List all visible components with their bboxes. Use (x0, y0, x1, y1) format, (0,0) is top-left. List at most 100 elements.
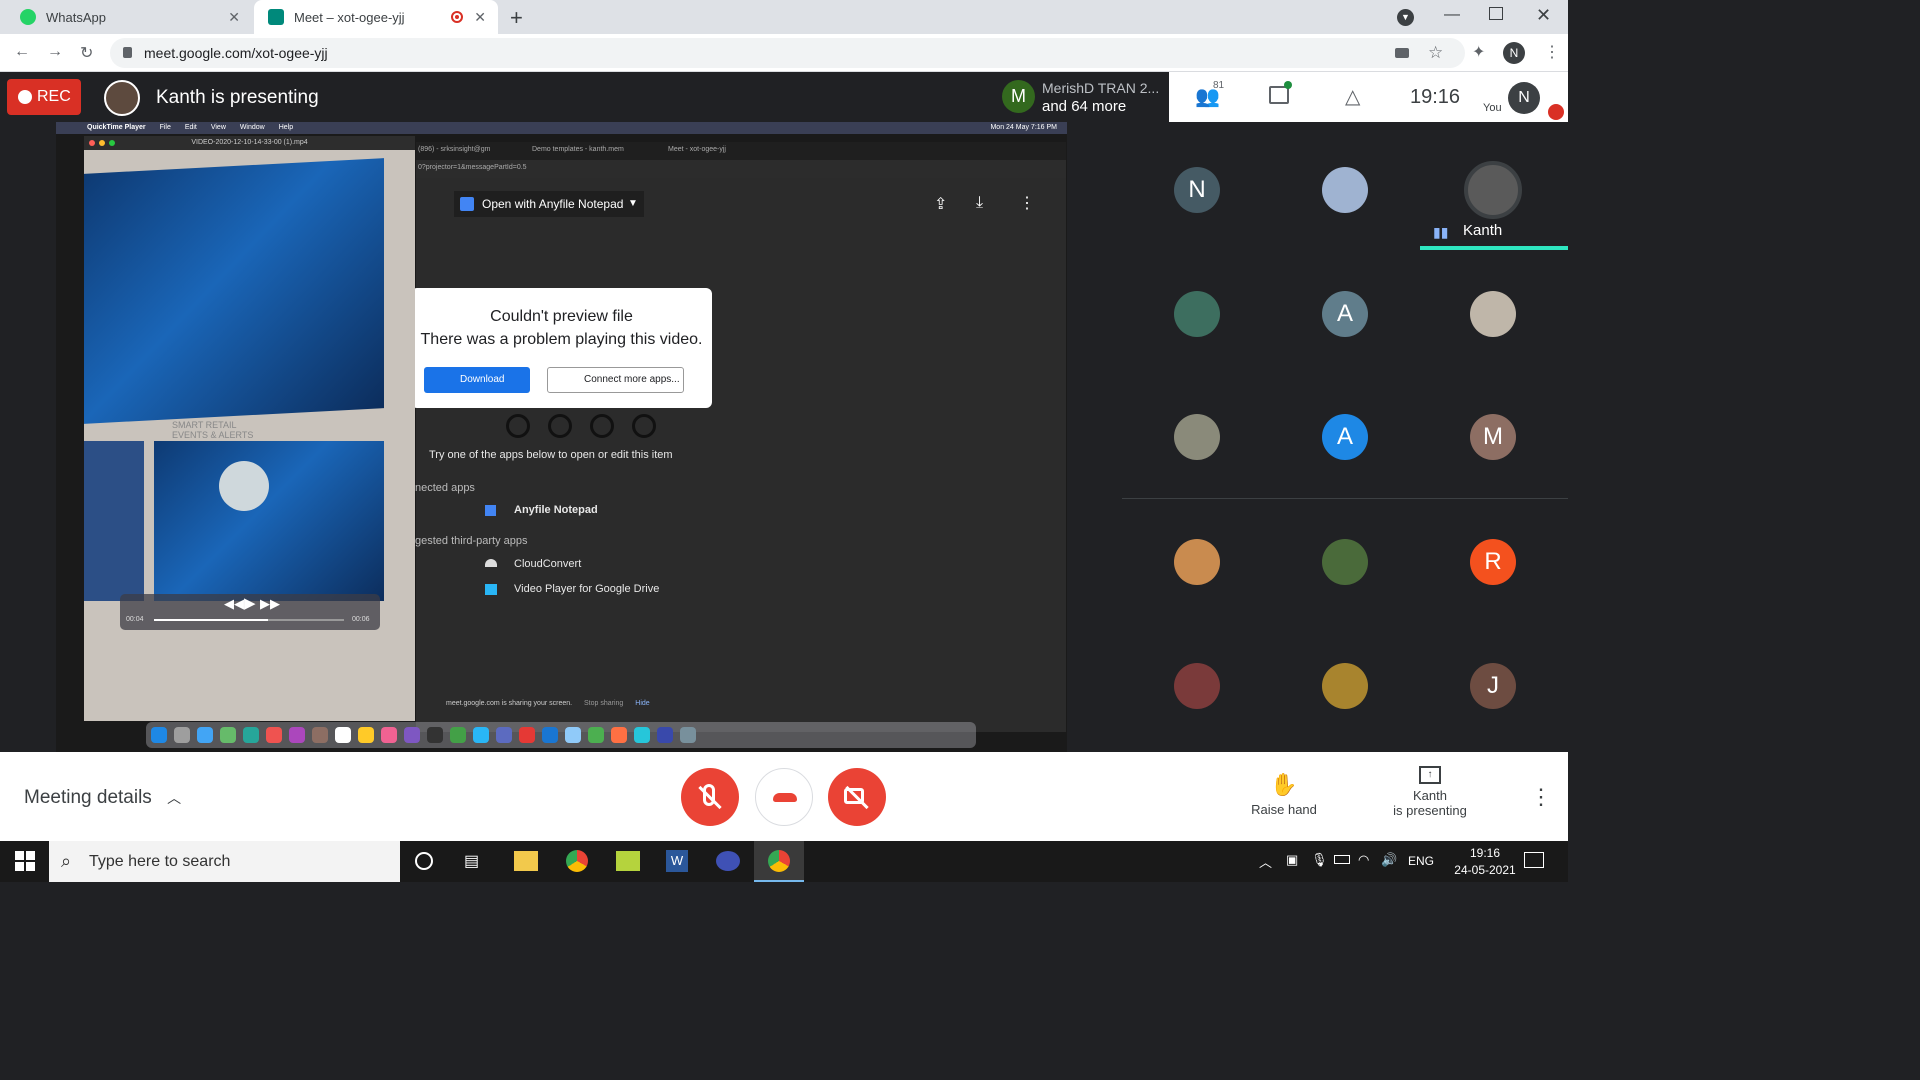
video-time-start: 00:04 (126, 616, 144, 623)
participant-stack[interactable]: M MerishD TRAN 2... and 64 more (996, 72, 1169, 122)
participant-tile-avatar[interactable] (1322, 167, 1368, 213)
participant-more: and 64 more (1042, 98, 1127, 115)
participant-tile-avatar[interactable] (1174, 291, 1220, 337)
audio-wave-icon: ▮▮ (1433, 224, 1449, 240)
chevron-down-icon: ▼ (628, 198, 638, 209)
cortana-icon[interactable] (415, 852, 433, 870)
present-screen-icon: ↑ (1419, 766, 1441, 784)
participant-tile-avatar[interactable] (1174, 414, 1220, 460)
task-view-icon[interactable]: ▤ (464, 851, 479, 871)
download-button: Download (424, 367, 530, 393)
word-icon[interactable]: W (666, 850, 688, 872)
forward-icon[interactable]: → (47, 43, 63, 61)
mic-toggle-button[interactable] (681, 768, 739, 826)
address-bar[interactable]: meet.google.com/xot-ogee-yjj ☆ (110, 38, 1465, 68)
video-frame-screen-bottom (154, 441, 384, 601)
mac-menu-item: Help (278, 124, 294, 131)
chrome-icon[interactable] (566, 850, 588, 872)
minimize-icon[interactable]: — (1444, 6, 1460, 24)
app-icon[interactable] (716, 851, 740, 871)
meet-icon (268, 9, 284, 25)
suggested-app: CloudConvert (514, 558, 582, 570)
remote-url: 0?projector=1&messagePartId=0.5 (418, 164, 527, 171)
participant-tile-avatar[interactable]: N (1174, 167, 1220, 213)
tab-search-icon[interactable]: ▼ (1397, 9, 1414, 26)
notifications-icon[interactable] (1524, 852, 1544, 868)
tray-app-icon[interactable]: ▣ (1286, 852, 1298, 868)
self-avatar[interactable]: N (1508, 82, 1540, 114)
meet-toolbar-panel: 👥 81 △ 19:16 You N (1169, 72, 1568, 122)
restore-icon[interactable] (1489, 7, 1503, 20)
participant-tile-avatar[interactable] (1464, 161, 1522, 219)
tab-meet[interactable]: Meet – xot-ogee-yjj ✕ (254, 0, 498, 34)
mac-menu-item: Window (239, 124, 265, 131)
camera-toggle-button[interactable] (828, 768, 886, 826)
carousel-dots (506, 414, 666, 438)
close-tab-icon[interactable]: ✕ (474, 9, 486, 26)
mac-menu-item: File (159, 124, 171, 131)
dock-app-icon (588, 727, 604, 743)
participant-tile-avatar[interactable]: M (1470, 414, 1516, 460)
self-label: You (1483, 102, 1502, 114)
bookmark-star-icon[interactable]: ☆ (1428, 38, 1443, 68)
participant-tile-avatar[interactable]: A (1322, 414, 1368, 460)
video-frame-screen-left (84, 441, 144, 601)
browser-menu-icon[interactable]: ⋮ (1544, 42, 1560, 62)
file-explorer-icon[interactable] (514, 851, 538, 871)
tab-whatsapp[interactable]: WhatsApp ✕ (6, 0, 252, 34)
windows-start-icon[interactable] (15, 851, 35, 871)
camera-icon[interactable] (1395, 48, 1409, 58)
profile-avatar[interactable]: N (1503, 42, 1525, 64)
volume-icon[interactable]: 🔊 (1381, 852, 1397, 868)
screen-sharing-notice: meet.google.com is sharing your screen. … (446, 696, 716, 712)
participant-tile-avatar[interactable] (1470, 291, 1516, 337)
meeting-details-button[interactable]: Meeting details ︿ (24, 787, 181, 809)
connected-apps-header: nected apps (415, 482, 475, 494)
dock-app-icon (243, 727, 259, 743)
participant-tile-avatar[interactable]: R (1470, 539, 1516, 585)
leave-call-button[interactable] (755, 768, 813, 826)
back-icon[interactable]: ← (14, 43, 30, 61)
chrome-active-taskbar-button[interactable] (754, 841, 804, 882)
more-options-icon: ⋮ (1019, 195, 1035, 212)
participant-tile-avatar[interactable] (1322, 663, 1368, 709)
raise-hand-button[interactable]: ✋ Raise hand (1246, 772, 1322, 817)
close-window-icon[interactable]: ✕ (1536, 5, 1551, 26)
remote-address-bar: 0?projector=1&messagePartId=0.5 (416, 160, 1066, 178)
present-label: is presenting (1393, 803, 1467, 818)
microphone-icon[interactable]: 🎙 (1311, 852, 1328, 868)
present-button[interactable]: ↑ Kanth is presenting (1384, 766, 1476, 818)
recording-indicator-icon (451, 11, 463, 23)
notes-app-icon[interactable] (616, 851, 640, 871)
participant-tile-avatar[interactable] (1174, 663, 1220, 709)
taskbar-search-box[interactable]: ⌕ Type here to search (49, 841, 400, 882)
wifi-icon[interactable]: ◠ (1358, 852, 1369, 868)
new-tab-button[interactable]: + (510, 5, 523, 31)
taskbar-clock[interactable]: 19:16 24-05-2021 (1450, 845, 1520, 879)
remote-tab: Meet - xot-ogee-yjj (668, 146, 726, 153)
stop-sharing-link: Stop sharing (584, 700, 624, 707)
reload-icon[interactable]: ↻ (80, 43, 93, 63)
extensions-icon[interactable]: ✦ (1472, 42, 1485, 62)
participant-tile-avatar[interactable] (1322, 539, 1368, 585)
battery-icon[interactable] (1334, 855, 1350, 864)
cloudconvert-icon (485, 559, 497, 567)
dock-app-icon (220, 727, 236, 743)
more-options-icon[interactable]: ⋮ (1530, 784, 1552, 810)
dock-app-icon (381, 727, 397, 743)
dock-app-icon (289, 727, 305, 743)
activities-icon[interactable]: △ (1345, 84, 1360, 109)
video-controls: ◀◀ ▶ ▶▶ 00:04 00:06 (120, 594, 380, 630)
participant-tile-avatar[interactable]: A (1322, 291, 1368, 337)
language-indicator[interactable]: ENG (1408, 854, 1434, 868)
chat-icon[interactable] (1269, 81, 1292, 104)
close-tab-icon[interactable]: ✕ (228, 9, 240, 26)
quicktime-window: VIDEO-2020-12-10-14-33-00 (1).mp4 SMART … (84, 136, 415, 721)
dock-app-icon (565, 727, 581, 743)
sharing-notice-text: meet.google.com is sharing your screen. (446, 700, 573, 707)
participant-tile-avatar[interactable] (1174, 539, 1220, 585)
tray-chevron-icon[interactable]: ︿ (1259, 852, 1272, 871)
video-frame-screen-top (84, 158, 384, 424)
participant-tile-avatar[interactable]: J (1470, 663, 1516, 709)
whatsapp-icon (20, 9, 36, 25)
